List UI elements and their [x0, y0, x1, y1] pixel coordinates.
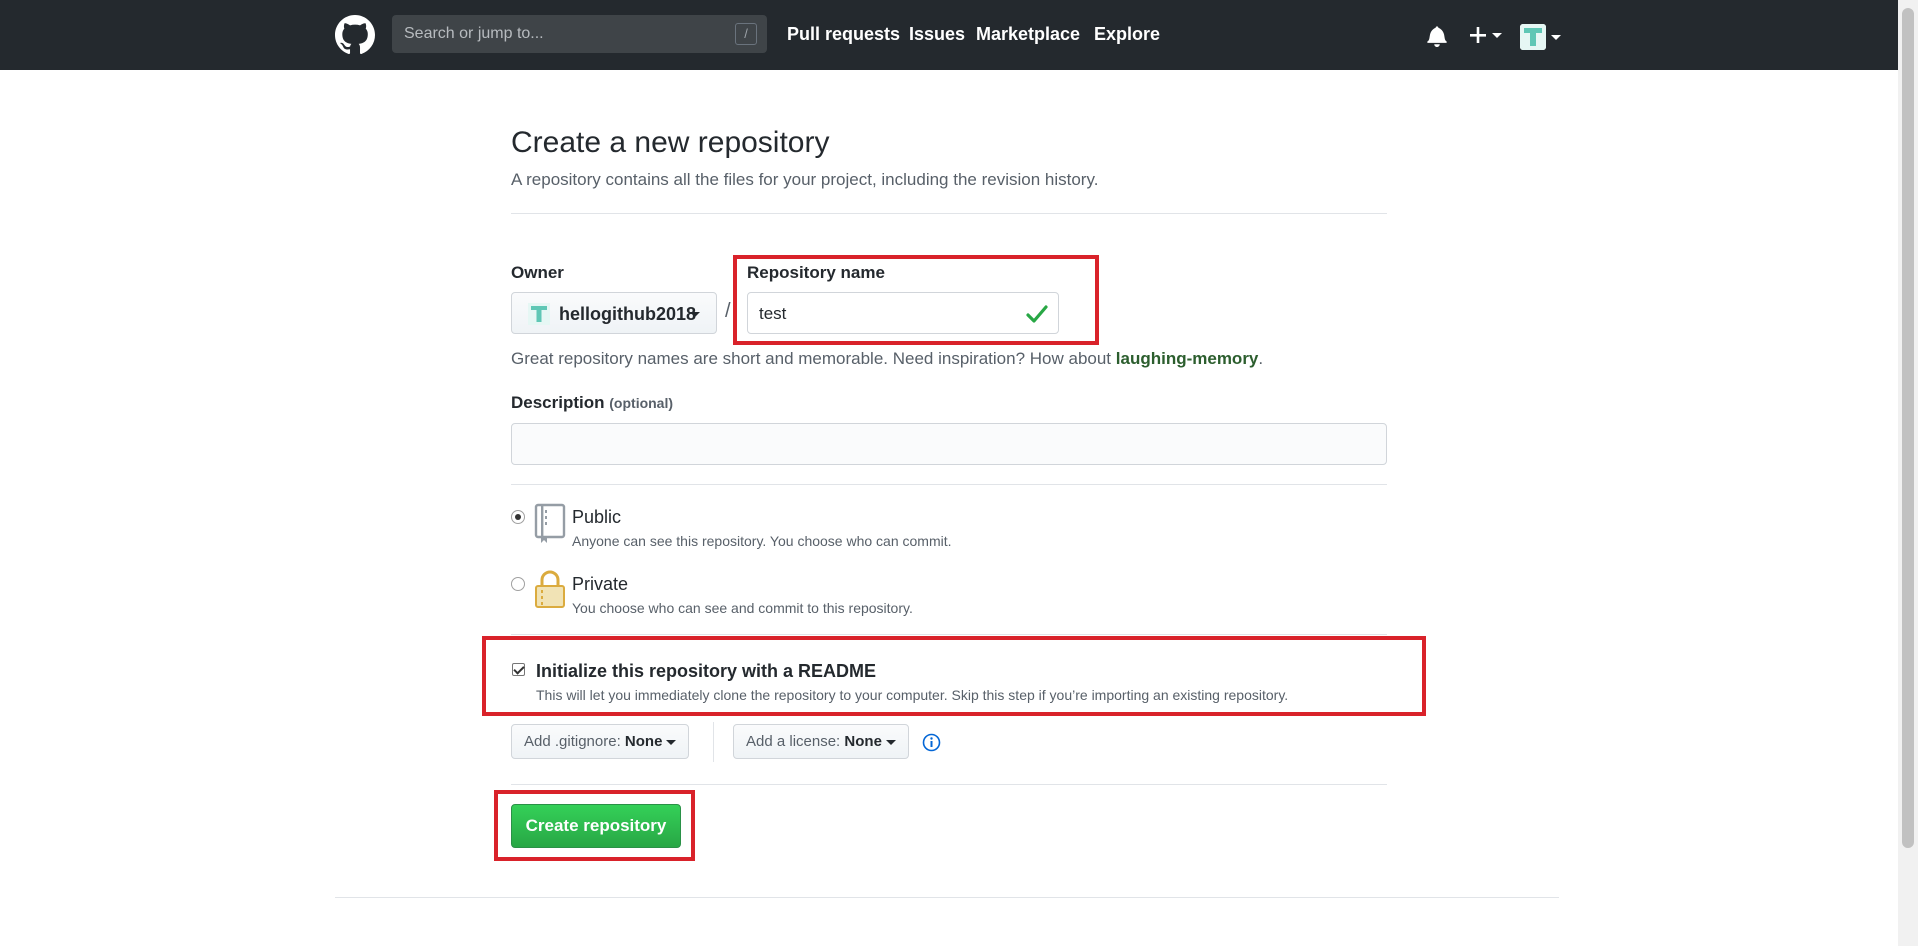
owner-label: Owner [511, 263, 564, 282]
repo-name-hint: Great repository names are short and mem… [511, 349, 1263, 369]
avatar-icon[interactable] [1520, 24, 1546, 50]
bell-icon[interactable] [1427, 25, 1447, 47]
license-value: None [844, 733, 882, 750]
nav-explore[interactable]: Explore [1094, 24, 1160, 45]
highlight-repo-name [733, 255, 1099, 345]
license-dropdown[interactable]: Add a license: None [733, 724, 909, 759]
nav-issues[interactable]: Issues [909, 24, 965, 45]
private-title: Private [572, 574, 629, 594]
footer-divider [335, 897, 1559, 898]
gitignore-dropdown[interactable]: Add .gitignore: None [511, 724, 690, 759]
chevron-down-icon [885, 739, 896, 745]
private-description: You choose who can see and commit to thi… [572, 600, 913, 616]
scrollbar-thumb[interactable] [1902, 8, 1914, 848]
private-radio[interactable] [511, 577, 525, 591]
page: Search or jump to... / Pull requests Iss… [0, 0, 1918, 946]
github-logo-icon[interactable] [335, 15, 375, 55]
owner-repo-separator: / [725, 300, 731, 322]
chevron-down-icon [690, 312, 700, 317]
lock-icon [535, 570, 565, 608]
nav-marketplace[interactable]: Marketplace [976, 24, 1080, 45]
search-shortcut-badge: / [735, 23, 757, 45]
page-title: Create a new repository [511, 126, 830, 159]
search-placeholder: Search or jump to... [404, 25, 544, 42]
avatar-caret-icon[interactable] [1551, 35, 1561, 40]
highlight-create-button [494, 790, 695, 861]
public-description: Anyone can see this repository. You choo… [572, 533, 952, 549]
repo-book-icon [534, 503, 566, 543]
search-input[interactable]: Search or jump to... / [392, 15, 767, 53]
gitignore-label: Add .gitignore: [524, 733, 621, 750]
gitignore-value: None [624, 733, 663, 750]
top-header: Search or jump to... / Pull requests Iss… [0, 0, 1898, 70]
divider [511, 213, 1387, 214]
description-label: Description (optional) [511, 393, 673, 413]
hint-text: Great repository names are short and mem… [511, 349, 1116, 368]
plus-icon[interactable] [1468, 22, 1512, 48]
public-title: Public [572, 507, 622, 527]
public-radio[interactable] [511, 510, 525, 524]
divider [511, 634, 1387, 635]
hint-suffix: . [1258, 349, 1264, 368]
description-optional: (optional) [609, 395, 674, 411]
page-subtitle: A repository contains all the files for … [511, 170, 1099, 189]
description-input[interactable] [511, 423, 1387, 465]
divider [511, 484, 1387, 485]
owner-avatar-icon [528, 303, 550, 325]
highlight-init-readme [482, 636, 1426, 716]
vertical-divider [713, 722, 714, 762]
suggested-name-link[interactable]: laughing-memory [1116, 349, 1259, 368]
owner-select[interactable]: hellogithub2018 [511, 292, 717, 334]
divider [511, 784, 1387, 785]
owner-value: hellogithub2018 [559, 304, 697, 324]
description-label-text: Description [511, 393, 605, 412]
info-icon[interactable] [922, 733, 941, 752]
nav-pull-requests[interactable]: Pull requests [787, 24, 900, 45]
chevron-down-icon [666, 739, 677, 745]
license-label: Add a license: [746, 733, 841, 750]
